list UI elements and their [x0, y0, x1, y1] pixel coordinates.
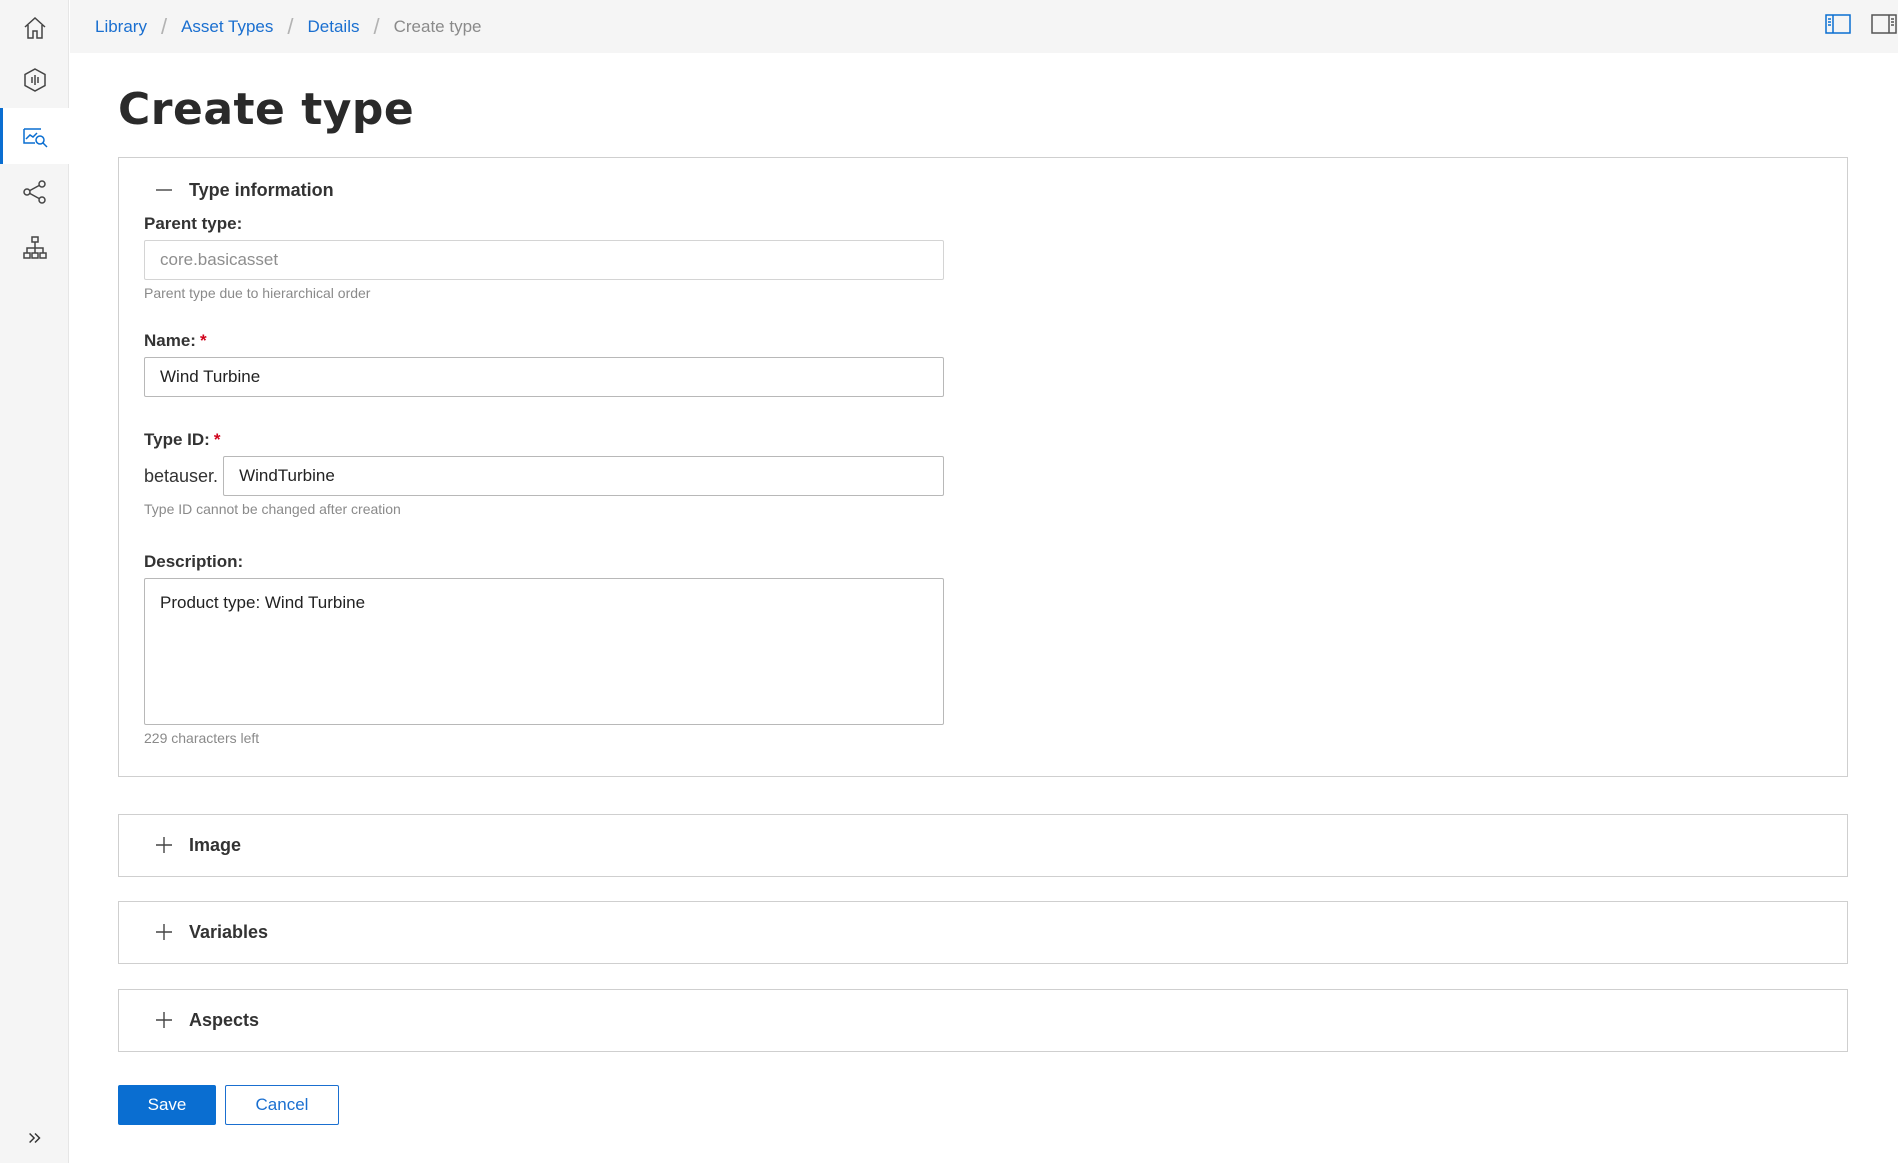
nav-share[interactable] [0, 164, 69, 220]
variables-header[interactable]: Variables [119, 902, 1847, 962]
breadcrumb-separator: / [373, 13, 380, 39]
name-label: Name: * [144, 331, 207, 350]
breadcrumb-library[interactable]: Library [95, 17, 147, 37]
image-panel: Image [118, 814, 1848, 877]
analytics-search-icon [22, 128, 48, 148]
required-marker: * [199, 331, 207, 350]
left-panel-layout-icon[interactable] [1824, 12, 1852, 36]
aspects-panel: Aspects [118, 989, 1848, 1052]
top-bar: Library / Asset Types / Details / Create… [70, 0, 1898, 53]
type-information-title: Type information [189, 179, 334, 200]
breadcrumb-details[interactable]: Details [308, 17, 360, 37]
share-network-icon [22, 180, 46, 204]
variables-panel: Variables [118, 901, 1848, 964]
type-id-prefix: betauser. [144, 465, 219, 486]
aspects-title: Aspects [189, 1009, 260, 1030]
asset-hexagon-icon [23, 68, 46, 92]
hierarchy-icon [22, 236, 47, 259]
type-id-input[interactable] [223, 456, 944, 496]
type-id-hint: Type ID cannot be changed after creation [144, 501, 401, 517]
type-information-form: Parent type: Parent type due to hierarch… [144, 214, 944, 746]
right-panel-layout-icon[interactable] [1870, 12, 1898, 36]
breadcrumb-asset-types[interactable]: Asset Types [181, 17, 273, 37]
parent-type-label: Parent type: [144, 214, 243, 233]
double-chevron-right-icon [28, 1132, 41, 1144]
description-chars-left: 229 characters left [144, 730, 260, 746]
expand-plus-icon [155, 836, 173, 854]
description-textarea[interactable] [144, 578, 944, 725]
type-id-row: betauser. [144, 456, 944, 496]
type-information-header[interactable]: Type information [119, 158, 1847, 222]
page-title: Create type [118, 84, 415, 135]
image-header[interactable]: Image [119, 815, 1847, 875]
rail-expand-button[interactable] [0, 1113, 69, 1163]
type-information-panel: Type information Parent type: Parent typ… [118, 157, 1848, 777]
variables-title: Variables [189, 921, 269, 942]
breadcrumb-separator: / [287, 13, 294, 39]
home-icon [23, 16, 46, 39]
breadcrumb-current: Create type [393, 16, 482, 36]
required-marker: * [213, 430, 221, 449]
layout-toggles [1824, 12, 1898, 36]
expand-plus-icon [155, 923, 173, 941]
aspects-header[interactable]: Aspects [119, 990, 1847, 1050]
cancel-button[interactable]: Cancel [225, 1085, 339, 1125]
nav-analytics[interactable] [0, 108, 69, 164]
nav-assets[interactable] [0, 52, 69, 108]
parent-type-hint: Parent type due to hierarchical order [144, 285, 371, 301]
name-input[interactable] [144, 357, 944, 397]
description-label: Description: [144, 552, 244, 571]
nav-hierarchy[interactable] [0, 220, 69, 276]
save-button[interactable]: Save [118, 1085, 216, 1125]
breadcrumb-separator: / [160, 13, 168, 39]
expand-plus-icon [155, 1011, 173, 1029]
breadcrumb: Library / Asset Types / Details / Create… [95, 0, 482, 53]
nav-home[interactable] [0, 0, 69, 56]
image-title: Image [189, 834, 242, 855]
parent-type-input [144, 240, 944, 280]
type-id-label: Type ID: * [144, 430, 221, 449]
left-nav-rail [0, 0, 69, 1163]
collapse-minus-icon [155, 181, 173, 199]
